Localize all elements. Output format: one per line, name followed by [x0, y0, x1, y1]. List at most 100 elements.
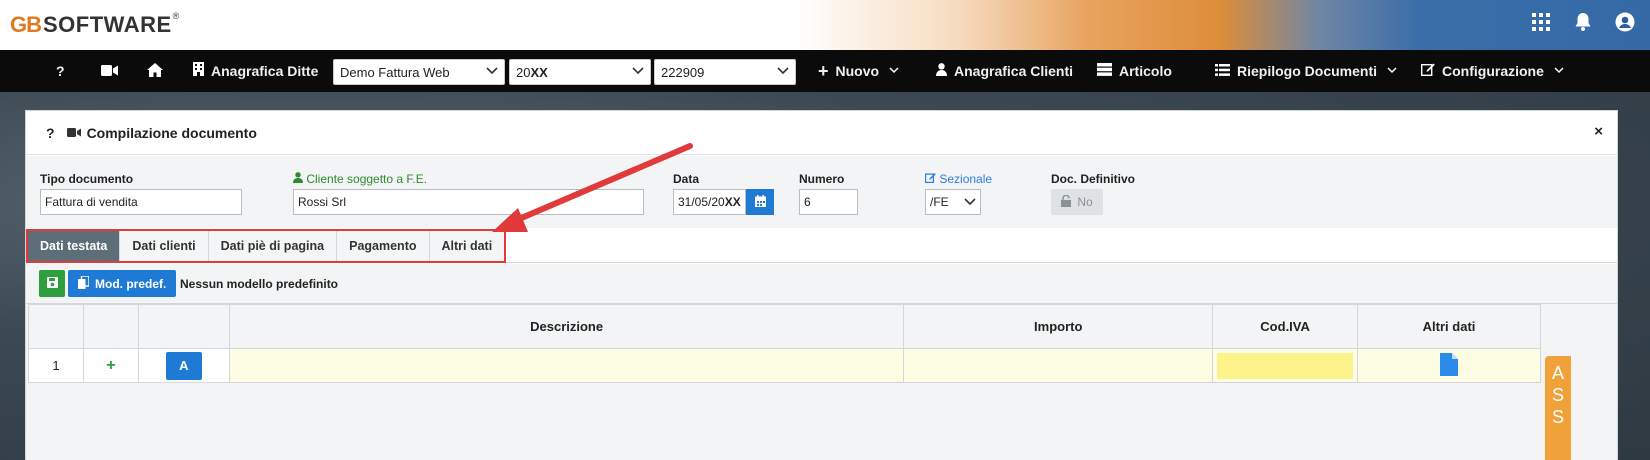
- nav-riepilogo-menu[interactable]: Riepilogo Documenti: [1215, 50, 1397, 92]
- column-header: [28, 304, 84, 349]
- nav-articolo[interactable]: Articolo: [1097, 50, 1172, 92]
- data-input-wrap: 31/05/20 XX: [673, 189, 774, 215]
- logo[interactable]: GB SOFTWARE ®: [10, 10, 179, 40]
- nav-riepilogo-label: Riepilogo Documenti: [1237, 63, 1377, 79]
- nav-home-button[interactable]: [147, 50, 163, 92]
- sezionale-group: Sezionale /FE: [924, 172, 993, 215]
- nav-help-button[interactable]: ?: [56, 50, 65, 92]
- user-circle-icon[interactable]: [1614, 12, 1636, 38]
- definitivo-value: No: [1077, 195, 1093, 209]
- brand-bar: GB SOFTWARE ®: [0, 0, 1650, 50]
- tab-dati-testata[interactable]: Dati testata: [28, 231, 121, 261]
- server-icon: [1097, 62, 1112, 80]
- nav-anagrafica-clienti[interactable]: Anagrafica Clienti: [936, 50, 1073, 92]
- mod-predef-button[interactable]: Mod. predef.: [68, 270, 177, 297]
- data-group: Data 31/05/20 XX: [673, 172, 774, 215]
- tab-dati-clienti[interactable]: Dati clienti: [120, 231, 209, 261]
- altri-dati-cell: [1357, 348, 1541, 383]
- home-icon: [147, 62, 163, 80]
- help-icon: ?: [56, 63, 65, 79]
- items-table: Descrizione Importo Cod.IVA Altri dati 1…: [28, 304, 1541, 383]
- tab-pagamento[interactable]: Pagamento: [337, 231, 430, 261]
- add-row-button[interactable]: +: [82, 348, 139, 383]
- definitivo-toggle[interactable]: No: [1051, 189, 1103, 215]
- code-select[interactable]: 222909: [654, 59, 796, 85]
- sezionale-select[interactable]: /FE: [925, 189, 981, 215]
- nav-anagrafica-ditte[interactable]: Anagrafica Ditte: [193, 50, 318, 92]
- floppy-disk-icon: [46, 276, 58, 291]
- calendar-button[interactable]: [746, 189, 774, 215]
- column-header-cod-iva[interactable]: Cod.IVA: [1212, 304, 1359, 349]
- tab-dati-pie-di-pagina[interactable]: Dati piè di pagina: [208, 231, 338, 261]
- tipo-documento-group: Tipo documento Fattura di vendita: [40, 172, 242, 215]
- row-type-a-button[interactable]: A: [165, 351, 202, 380]
- tabs-highlight-box: Dati testata Dati clienti Dati piè di pa…: [26, 229, 507, 263]
- edit-icon: [924, 172, 936, 186]
- chevron-down-icon: [1387, 66, 1397, 77]
- numero-field[interactable]: 6: [799, 189, 858, 215]
- cliente-group: Cliente soggetto a F.E. Rossi Srl: [293, 172, 644, 215]
- row-type-cell: A: [137, 348, 230, 383]
- descrizione-cell[interactable]: [228, 348, 905, 383]
- cliente-field[interactable]: Rossi Srl: [293, 189, 644, 215]
- code-select-value: 222909: [661, 64, 705, 80]
- chevron-down-icon: [964, 195, 976, 209]
- sezionale-label-text: Sezionale: [939, 172, 993, 186]
- nav-anagrafica-ditte-label: Anagrafica Ditte: [211, 63, 319, 79]
- navbar: ? Anagrafica Ditte Demo Fattura Web 20XX…: [0, 50, 1650, 92]
- video-camera-icon: [101, 63, 118, 79]
- plus-icon: +: [818, 60, 829, 81]
- cliente-label[interactable]: Cliente soggetto a F.E.: [293, 172, 644, 186]
- tab-altri-dati[interactable]: Altri dati: [429, 231, 505, 261]
- side-tab-letter: S: [1551, 385, 1564, 405]
- nav-nuovo-menu[interactable]: + Nuovo: [818, 50, 899, 92]
- nav-articolo-label: Articolo: [1119, 63, 1172, 79]
- chevron-down-icon: [889, 66, 899, 77]
- side-tab-letter: A: [1551, 363, 1564, 383]
- table-header-row: Descrizione Importo Cod.IVA Altri dati: [28, 304, 1541, 349]
- building-icon: [193, 62, 204, 80]
- lock-icon: [1061, 194, 1072, 210]
- sezionale-label[interactable]: Sezionale: [924, 172, 993, 186]
- tipo-documento-field[interactable]: Fattura di vendita: [40, 189, 242, 215]
- company-select-value: Demo Fattura Web: [340, 64, 450, 80]
- sezionale-value: /FE: [930, 195, 949, 209]
- company-select[interactable]: Demo Fattura Web: [333, 59, 505, 85]
- video-camera-icon[interactable]: [66, 126, 81, 140]
- logo-software: SOFTWARE: [43, 12, 172, 37]
- list-icon: [1215, 63, 1230, 80]
- close-button[interactable]: ×: [1594, 123, 1603, 140]
- year-select[interactable]: 20XX: [509, 59, 651, 85]
- data-field[interactable]: 31/05/20 XX: [673, 189, 746, 215]
- nav-video-button[interactable]: [101, 50, 118, 92]
- bell-icon[interactable]: [1572, 12, 1594, 38]
- column-header-altri-dati[interactable]: Altri dati: [1357, 304, 1541, 349]
- column-header-descrizione[interactable]: Descrizione: [228, 304, 905, 349]
- definitivo-label: Doc. Definitivo: [1051, 172, 1136, 186]
- row-number: 1: [28, 348, 84, 383]
- side-tab-letter: S: [1551, 407, 1564, 427]
- file-icon[interactable]: [1440, 352, 1459, 379]
- mod-predef-label: Mod. predef.: [95, 276, 167, 291]
- panel-help-button[interactable]: ?: [46, 125, 55, 141]
- user-icon: [293, 172, 303, 186]
- user-icon: [936, 62, 947, 80]
- apps-grid-icon[interactable]: [1530, 13, 1552, 37]
- data-label: Data: [673, 172, 700, 186]
- column-header-importo[interactable]: Importo: [903, 304, 1214, 349]
- importo-cell[interactable]: [903, 348, 1214, 383]
- cod-iva-cell[interactable]: [1212, 348, 1359, 383]
- nav-configurazione-menu[interactable]: Configurazione: [1420, 50, 1564, 92]
- chevron-down-icon: [486, 66, 498, 78]
- calendar-icon: [754, 194, 766, 210]
- edit-icon: [1420, 62, 1435, 80]
- save-button[interactable]: [39, 270, 65, 297]
- nav-anagrafica-clienti-label: Anagrafica Clienti: [954, 63, 1074, 79]
- nav-configurazione-label: Configurazione: [1442, 63, 1544, 79]
- cod-iva-input[interactable]: [1217, 352, 1354, 379]
- side-assistance-tab[interactable]: A S S: [1545, 356, 1571, 460]
- year-select-value: 20XX: [516, 64, 548, 80]
- numero-group: Numero 6: [799, 172, 858, 215]
- numero-label: Numero: [799, 172, 845, 186]
- column-header: [137, 304, 230, 349]
